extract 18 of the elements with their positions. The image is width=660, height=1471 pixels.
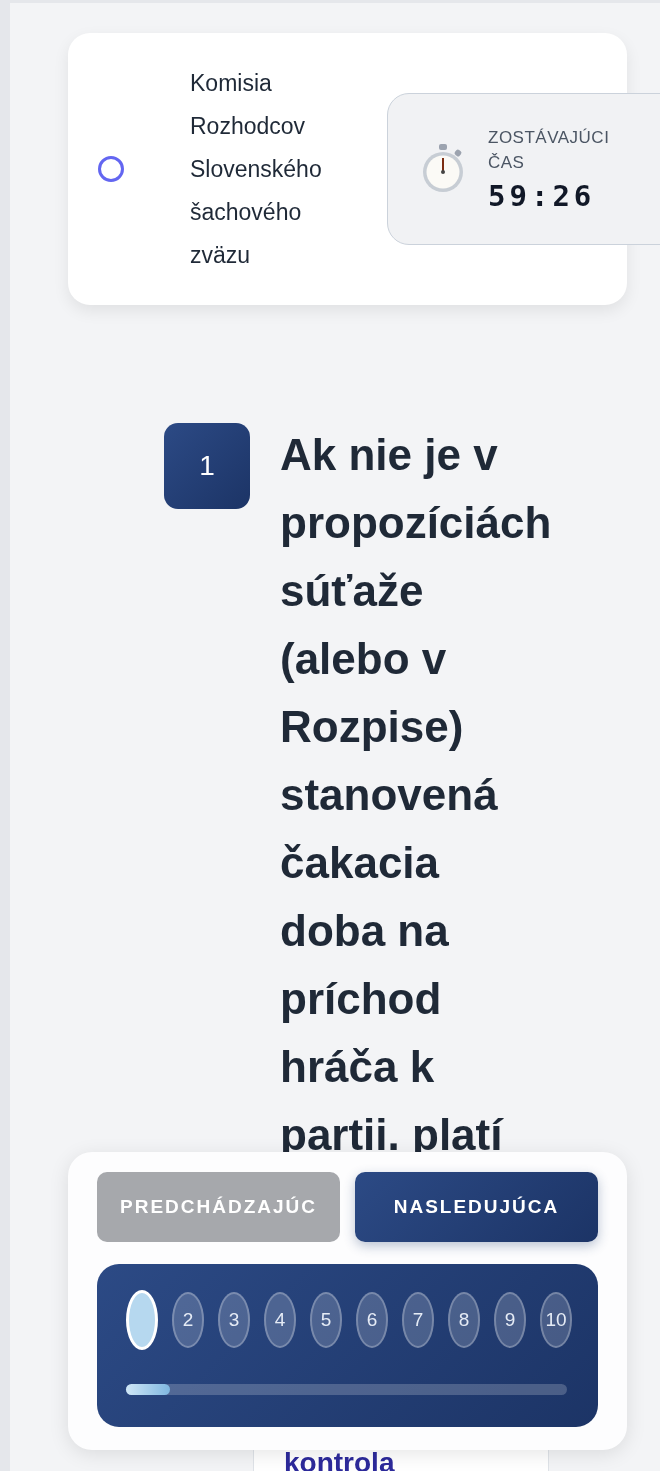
radio-button[interactable] [98, 156, 124, 182]
timer-value: 59:26 [488, 179, 597, 213]
next-button[interactable]: NASLEDUJÚCA [355, 1172, 598, 1242]
page-dot[interactable]: 3 [218, 1292, 250, 1348]
page-dot[interactable]: 5 [310, 1292, 342, 1348]
question-number: 1 [164, 423, 250, 509]
stopwatch-icon [420, 143, 466, 195]
page-dot[interactable]: 7 [402, 1292, 434, 1348]
page-dot[interactable]: 4 [264, 1292, 296, 1348]
page-dot[interactable]: 9 [494, 1292, 526, 1348]
page-dot[interactable]: 10 [540, 1292, 572, 1348]
question-text: Ak nie je v propozíciách súťaže (alebo v Rozpise) stanovená čakacia doba na príchod hráča k partii. platí [280, 429, 553, 1161]
organization-name: Komisia Rozhodcov Slovenského šachového zväzu [190, 68, 323, 270]
timer-label: ZOSTÁVAJÚCI ČAS [488, 127, 611, 174]
page-dot[interactable]: 2 [172, 1292, 204, 1348]
page-dot[interactable]: 8 [448, 1292, 480, 1348]
page-dot[interactable] [126, 1290, 158, 1350]
page-dot[interactable]: 6 [356, 1292, 388, 1348]
